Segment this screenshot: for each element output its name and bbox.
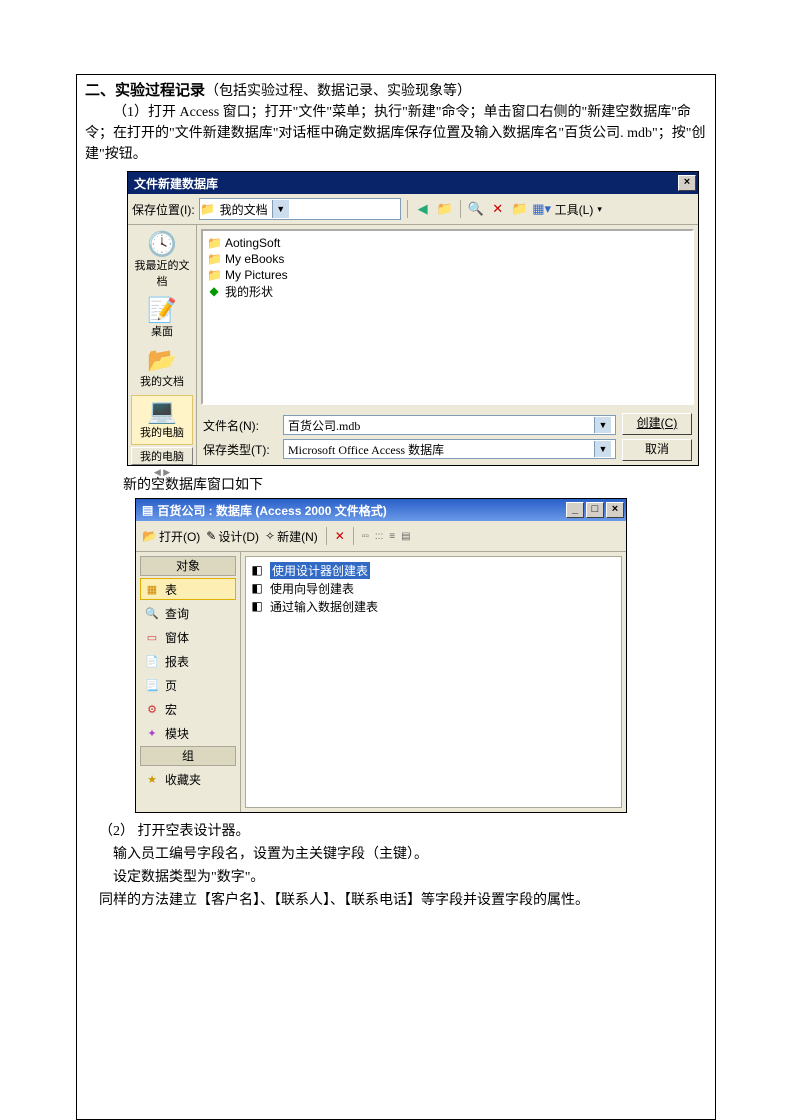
nav-header-groups[interactable]: 组	[140, 746, 236, 766]
folder-icon: 📁	[207, 252, 221, 266]
wizard-icon: ◧	[250, 599, 264, 613]
list-item[interactable]: 📁AotingSoft	[207, 235, 688, 251]
paragraph-4: 设定数据类型为"数字"。	[113, 867, 707, 888]
wizard-icon: ◧	[250, 581, 264, 595]
titlebar[interactable]: 文件新建数据库 ×	[128, 172, 698, 194]
delete-icon[interactable]: ✕	[489, 200, 507, 218]
paragraph-1: （1）打开 Access 窗口；打开"文件"菜单；执行"新建"命令；单击窗口右侧…	[85, 102, 707, 165]
nav-pages[interactable]: 📃页	[140, 674, 236, 696]
folder-icon: 📁	[200, 202, 216, 216]
filename-input[interactable]: 百货公司.mdb▼	[283, 415, 616, 435]
file-new-database-dialog: 文件新建数据库 × 保存位置(I): 📁 我的文档 ▼ ◀ 📁 🔍 ✕ 📁 ▦▾…	[127, 171, 699, 466]
view-list-icon[interactable]: ≡	[389, 531, 395, 542]
nav-forms[interactable]: ▭窗体	[140, 626, 236, 648]
create-button[interactable]: 创建(C)	[622, 413, 692, 435]
save-in-combo[interactable]: 📁 我的文档 ▼	[199, 198, 401, 220]
up-icon[interactable]: 📁	[436, 200, 454, 218]
desktop-icon: 📝	[147, 299, 177, 323]
caption-1: 新的空数据库窗口如下	[123, 474, 707, 494]
folder-icon: 📁	[207, 236, 221, 250]
view-large-icon[interactable]: ▫▫	[362, 531, 369, 542]
design-button[interactable]: ✎设计(D)	[206, 528, 259, 545]
open-button[interactable]: 📂打开(O)	[142, 528, 200, 545]
filename-label: 文件名(N):	[203, 417, 277, 434]
query-icon: 🔍	[145, 607, 159, 620]
chevron-down-icon[interactable]: ▼	[594, 441, 611, 457]
module-icon: ✦	[145, 727, 159, 740]
page-icon: 📃	[145, 679, 159, 692]
section-heading: 二、实验过程记录（包括实验过程、数据记录、实验现象等）	[85, 79, 707, 100]
place-mydocs[interactable]: 📂我的文档	[132, 345, 192, 393]
filetype-combo[interactable]: Microsoft Office Access 数据库▼	[283, 439, 616, 459]
folder-icon: 📁	[207, 268, 221, 282]
dialog-title: 文件新建数据库	[134, 175, 676, 192]
objects-nav: 对象 ▦表 🔍查询 ▭窗体 📄报表 📃页 ⚙宏 ✦模块 组 ★收藏夹	[136, 552, 241, 812]
places-bar: 🕓我最近的文档 📝桌面 📂我的文档 💻我的电脑 我的电脑 ◀ ▶	[128, 225, 197, 465]
wizard-icon: ◧	[250, 563, 264, 577]
database-window: ▤ 百货公司 : 数据库 (Access 2000 文件格式) _ □ × 📂打…	[135, 498, 627, 813]
place-mycomputer[interactable]: 💻我的电脑	[131, 395, 193, 445]
view-small-icon[interactable]: :::	[375, 531, 383, 542]
maximize-icon[interactable]: □	[586, 502, 604, 518]
views-icon[interactable]: ▦▾	[533, 200, 551, 218]
mydocs-icon: 📂	[147, 349, 177, 373]
close-icon[interactable]: ×	[678, 175, 696, 191]
list-item[interactable]: ◧使用设计器创建表	[250, 561, 617, 579]
nav-favorites[interactable]: ★收藏夹	[140, 768, 236, 790]
nav-queries[interactable]: 🔍查询	[140, 602, 236, 624]
nav-modules[interactable]: ✦模块	[140, 722, 236, 744]
minimize-icon[interactable]: _	[566, 502, 584, 518]
delete-icon[interactable]: ✕	[335, 529, 345, 543]
back-icon[interactable]: ◀	[414, 200, 432, 218]
chevron-down-icon[interactable]: ▼	[272, 200, 289, 218]
report-icon: 📄	[145, 655, 159, 668]
nav-header-objects[interactable]: 对象	[140, 556, 236, 576]
save-in-label: 保存位置(I):	[132, 201, 195, 218]
filetype-label: 保存类型(T):	[203, 441, 277, 458]
star-icon: ★	[145, 773, 159, 786]
place-recent[interactable]: 🕓我最近的文档	[132, 229, 192, 293]
recent-icon: 🕓	[147, 233, 177, 257]
cancel-button[interactable]: 取消	[622, 439, 692, 461]
paragraph-2: （2） 打开空表设计器。	[99, 821, 707, 842]
toolbar: 📂打开(O) ✎设计(D) ✧新建(N) ✕ ▫▫ ::: ≡ ▤	[136, 521, 626, 552]
paragraph-3: 输入员工编号字段名，设置为主关键字段（主键）。	[113, 844, 707, 865]
file-list[interactable]: 📁AotingSoft 📁My eBooks 📁My Pictures ◆我的形…	[201, 229, 694, 405]
form-icon: ▭	[145, 631, 159, 644]
list-item[interactable]: ◆我的形状	[207, 283, 688, 299]
place-desktop[interactable]: 📝桌面	[132, 295, 192, 343]
titlebar[interactable]: ▤ 百货公司 : 数据库 (Access 2000 文件格式) _ □ ×	[136, 499, 626, 521]
new-folder-icon[interactable]: 📁	[511, 200, 529, 218]
object-list[interactable]: ◧使用设计器创建表 ◧使用向导创建表 ◧通过输入数据创建表	[245, 556, 622, 808]
search-icon[interactable]: 🔍	[467, 200, 485, 218]
chevron-down-icon[interactable]: ▼	[594, 417, 611, 433]
close-icon[interactable]: ×	[606, 502, 624, 518]
toolbar: 保存位置(I): 📁 我的文档 ▼ ◀ 📁 🔍 ✕ 📁 ▦▾ 工具(L)▾	[128, 194, 698, 225]
macro-icon: ⚙	[145, 703, 159, 716]
shape-icon: ◆	[207, 284, 221, 298]
window-title: 百货公司 : 数据库 (Access 2000 文件格式)	[157, 502, 564, 519]
list-item[interactable]: 📁My Pictures	[207, 267, 688, 283]
app-icon: ▤	[142, 503, 153, 517]
list-item[interactable]: 📁My eBooks	[207, 251, 688, 267]
list-item[interactable]: ◧通过输入数据创建表	[250, 597, 617, 615]
table-icon: ▦	[145, 583, 159, 596]
nav-tables[interactable]: ▦表	[140, 578, 236, 600]
nav-macros[interactable]: ⚙宏	[140, 698, 236, 720]
new-button[interactable]: ✧新建(N)	[265, 528, 318, 545]
list-item[interactable]: ◧使用向导创建表	[250, 579, 617, 597]
tools-menu[interactable]: 工具(L)	[555, 201, 594, 218]
view-detail-icon[interactable]: ▤	[401, 531, 410, 542]
nav-reports[interactable]: 📄报表	[140, 650, 236, 672]
place-mycomputer-btn[interactable]: 我的电脑	[131, 447, 193, 465]
paragraph-5: 同样的方法建立【客户名】、【联系人】、【联系电话】等字段并设置字段的属性。	[99, 890, 707, 911]
computer-icon: 💻	[147, 400, 177, 424]
